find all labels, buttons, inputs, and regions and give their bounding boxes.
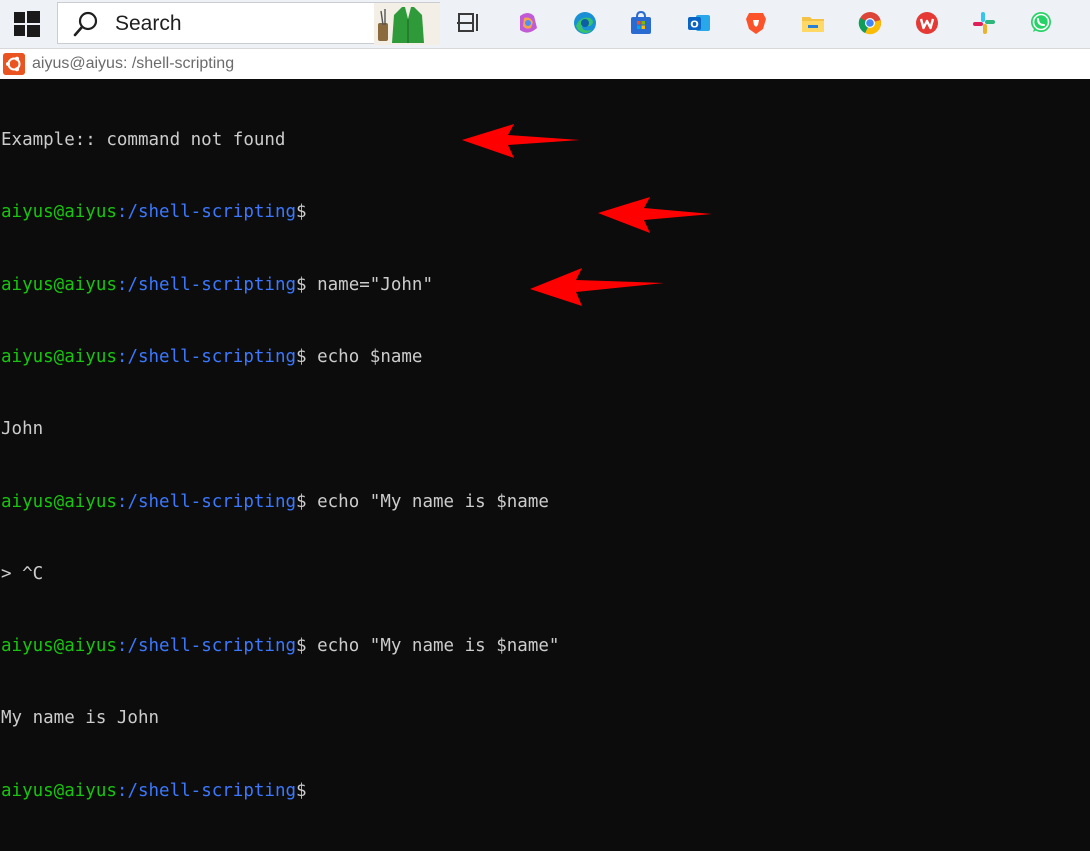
- chrome-icon[interactable]: [857, 10, 883, 36]
- taskbar-search-box[interactable]: Search: [57, 2, 440, 45]
- prompt-dollar: $: [296, 347, 307, 368]
- search-icon: [73, 11, 98, 37]
- terminal-line-prompt: aiyus@aiyus:/shell-scripting$: [1, 779, 559, 803]
- terminal-line-output: My name is John: [1, 708, 160, 729]
- command-text: echo $name: [306, 347, 423, 368]
- prompt-dollar: $: [296, 491, 307, 512]
- prompt-user: aiyus@aiyus: [1, 347, 117, 368]
- prompt-user: aiyus@aiyus: [1, 274, 117, 295]
- command-text: name="John": [306, 274, 434, 295]
- terminal-line-prompt: aiyus@aiyus:/shell-scripting$ echo $name: [1, 345, 559, 369]
- microsoft-store-icon[interactable]: [628, 10, 654, 36]
- terminal-line-prompt: aiyus@aiyus:/shell-scripting$ echo "My n…: [1, 634, 559, 658]
- prompt-path: :/shell-scripting: [116, 274, 297, 295]
- file-explorer-icon[interactable]: [800, 10, 826, 36]
- terminal-line-output: > ^C: [1, 563, 44, 584]
- terminal-title-bar[interactable]: aiyus@aiyus: /shell-scripting: [0, 48, 1090, 79]
- prompt-dollar: $: [296, 780, 307, 801]
- terminal-line-output: Example:: command not found: [1, 130, 286, 151]
- svg-text:O: O: [690, 20, 699, 31]
- prompt-path: :/shell-scripting: [116, 636, 297, 657]
- prompt-user: aiyus@aiyus: [1, 202, 117, 223]
- prompt-dollar: $: [296, 202, 307, 223]
- command-text: echo "My name is $name": [306, 636, 560, 657]
- prompt-dollar: $: [296, 274, 307, 295]
- prompt-path: :/shell-scripting: [116, 780, 297, 801]
- brave-icon[interactable]: [743, 10, 769, 36]
- wps-office-icon[interactable]: [914, 10, 940, 36]
- whatsapp-icon[interactable]: [1028, 10, 1054, 36]
- prompt-dollar: $: [296, 636, 307, 657]
- ubuntu-icon: [3, 53, 25, 75]
- window-title: aiyus@aiyus: /shell-scripting: [32, 55, 235, 72]
- prompt-path: :/shell-scripting: [116, 347, 297, 368]
- search-placeholder: Search: [115, 12, 182, 35]
- terminal-line-prompt: aiyus@aiyus:/shell-scripting$ name="John…: [1, 273, 559, 297]
- taskbar: Search O: [0, 0, 1090, 48]
- command-text: echo "My name is $name: [306, 491, 549, 512]
- outlook-icon[interactable]: O: [686, 10, 712, 36]
- prompt-path: :/shell-scripting: [116, 491, 297, 512]
- prompt-user: aiyus@aiyus: [1, 491, 117, 512]
- slack-icon[interactable]: [971, 10, 997, 36]
- windows-start-icon[interactable]: [14, 11, 40, 37]
- prompt-user: aiyus@aiyus: [1, 636, 117, 657]
- task-view-icon[interactable]: [456, 10, 482, 36]
- terminal-line-output: John: [1, 419, 44, 440]
- edge-icon[interactable]: [572, 10, 598, 36]
- search-highlight-image: [374, 3, 440, 45]
- terminal-pane[interactable]: Example:: command not found aiyus@aiyus:…: [0, 79, 1090, 801]
- terminal-output: Example:: command not found aiyus@aiyus:…: [1, 80, 559, 851]
- prompt-path: :/shell-scripting: [116, 202, 297, 223]
- terminal-line-prompt: aiyus@aiyus:/shell-scripting$ echo "My n…: [1, 490, 559, 514]
- copilot-icon[interactable]: [515, 10, 541, 36]
- prompt-user: aiyus@aiyus: [1, 780, 117, 801]
- terminal-line-prompt: aiyus@aiyus:/shell-scripting$: [1, 200, 559, 224]
